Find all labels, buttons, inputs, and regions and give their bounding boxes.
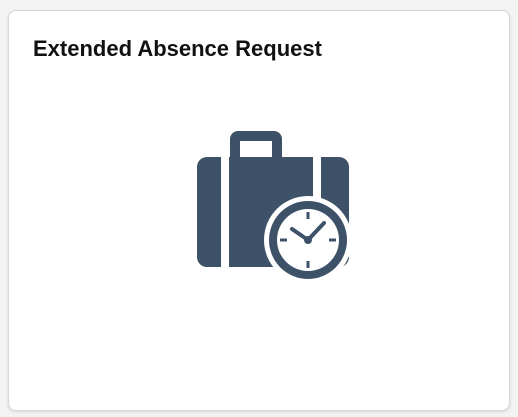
- briefcase-clock-icon: [187, 125, 351, 283]
- tile-title: Extended Absence Request: [33, 36, 322, 61]
- extended-absence-request-tile[interactable]: Extended Absence Request: [8, 10, 510, 411]
